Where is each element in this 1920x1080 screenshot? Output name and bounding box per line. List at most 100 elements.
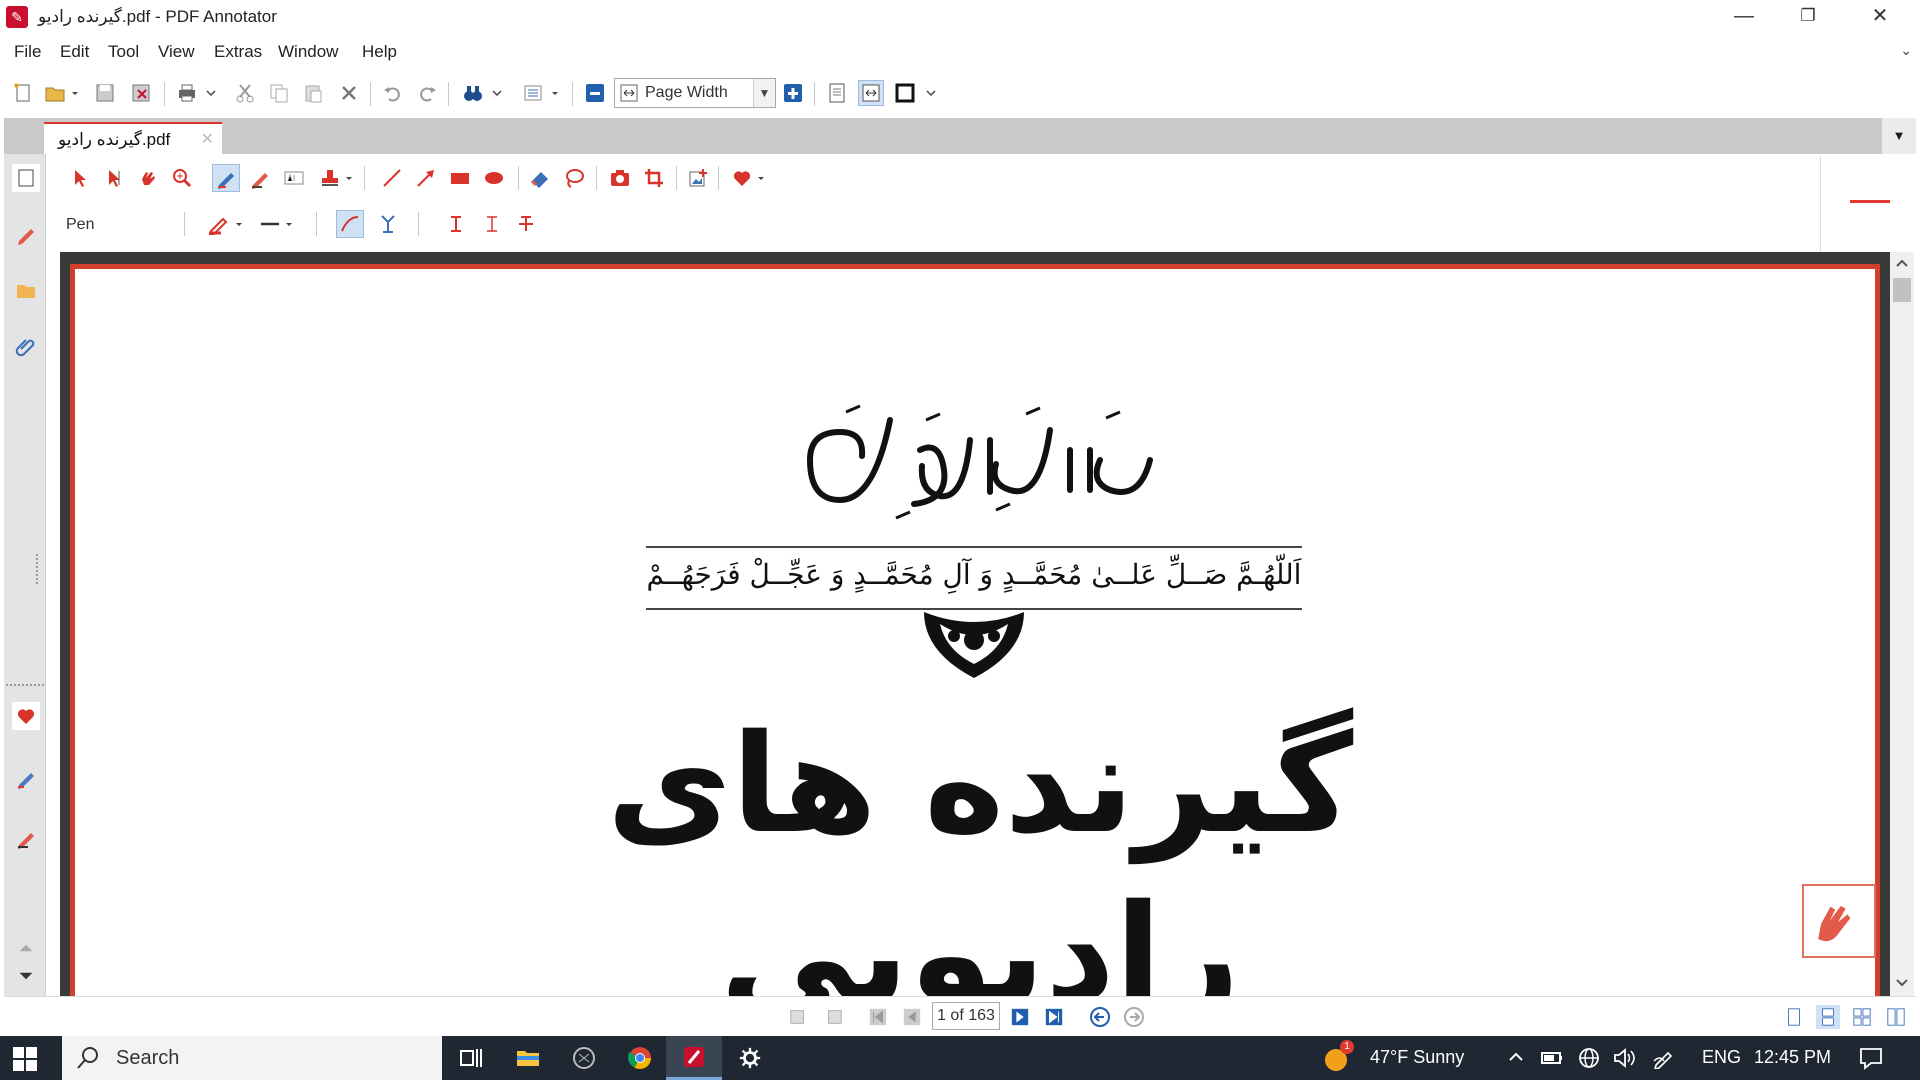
find-dropdown-icon[interactable] [490,80,504,106]
menu-help[interactable]: Help [362,42,397,62]
settings-gear-icon[interactable] [722,1036,778,1080]
two-page-layout-icon[interactable] [1850,1005,1874,1029]
file-explorer-icon[interactable] [500,1036,556,1080]
favorites-heart-icon[interactable] [728,164,756,192]
open-folder-icon[interactable] [42,80,68,106]
notification-center-icon[interactable] [1858,1046,1884,1070]
network-globe-icon[interactable] [1578,1047,1600,1069]
close-button[interactable]: ✕ [1848,0,1912,34]
arrow-tool-icon[interactable] [412,164,440,192]
page-layout-dropdown-icon[interactable] [548,80,562,106]
hand-tool-icon[interactable] [134,164,162,192]
pan-hand-button[interactable] [1802,884,1876,958]
redo-icon[interactable] [414,80,440,106]
page-number-input[interactable]: 1 of 163 [932,1002,1000,1030]
menu-extras[interactable]: Extras [214,42,262,62]
print-dropdown-icon[interactable] [204,80,218,106]
rail-splitter[interactable] [36,554,40,584]
stamp-dropdown-icon[interactable] [342,164,356,192]
fullscreen-icon[interactable] [892,80,918,106]
lasso-icon[interactable] [560,164,588,192]
view-dropdown-icon[interactable] [924,80,938,106]
paste-icon[interactable] [300,80,326,106]
restore-button[interactable]: ❐ [1776,0,1840,34]
single-page-view-icon[interactable] [824,80,850,106]
cut-icon[interactable] [232,80,258,106]
go-forward-icon[interactable] [1122,1005,1146,1029]
scroll-down-icon[interactable] [1895,978,1909,988]
highlighter-icon[interactable] [12,824,40,852]
ellipse-tool-icon[interactable] [480,164,508,192]
find-binoculars-icon[interactable] [460,80,486,106]
save-icon[interactable] [92,80,118,106]
menu-window[interactable]: Window [278,42,338,62]
pen-color-icon[interactable] [204,210,232,238]
text-underline-icon[interactable] [478,210,506,238]
tray-overflow-chevron-icon[interactable] [1508,1050,1524,1064]
menu-edit[interactable]: Edit [60,42,89,62]
weather-text[interactable]: 47°F Sunny [1370,1047,1464,1068]
line-width-dropdown-icon[interactable] [282,210,296,238]
menu-view[interactable]: View [158,42,195,62]
page-layout-icon[interactable] [520,80,546,106]
stamp-icon[interactable] [316,164,344,192]
new-document-icon[interactable] [10,80,36,106]
text-select-icon[interactable] [100,164,128,192]
text-strikeout-icon[interactable] [512,210,540,238]
rectangle-tool-icon[interactable] [446,164,474,192]
select-rectangle-icon[interactable] [12,164,40,192]
highlighter-tool-icon[interactable] [246,164,274,192]
print-icon[interactable] [174,80,200,106]
previous-document-icon[interactable] [786,1005,810,1029]
input-language[interactable]: ENG [1702,1047,1741,1068]
previous-page-icon[interactable] [900,1005,924,1029]
menu-file[interactable]: File [14,42,41,62]
favorites-dropdown-icon[interactable] [754,164,768,192]
continuous-layout-icon[interactable] [1816,1005,1840,1029]
minimize-button[interactable]: — [1712,0,1776,34]
pen-color-dropdown-icon[interactable] [232,210,246,238]
folder-icon[interactable] [12,276,40,304]
smooth-stroke-icon[interactable] [336,210,364,238]
menu-tool[interactable]: Tool [108,42,139,62]
scroll-up-icon[interactable] [1895,258,1909,268]
single-page-layout-icon[interactable] [1782,1005,1806,1029]
battery-icon[interactable] [1540,1048,1564,1068]
go-back-icon[interactable] [1088,1005,1112,1029]
text-box-icon[interactable] [280,164,308,192]
tab-document[interactable]: گیرنده رادیو.pdf ✕ [44,122,222,154]
rail-scroll-down-icon[interactable] [12,966,40,986]
camera-app-icon[interactable] [556,1036,612,1080]
last-page-icon[interactable] [1042,1005,1066,1029]
volume-speaker-icon[interactable] [1612,1047,1638,1069]
attachment-paperclip-icon[interactable] [12,332,40,360]
copy-icon[interactable] [266,80,292,106]
line-tool-icon[interactable] [378,164,406,192]
first-page-icon[interactable] [866,1005,890,1029]
tab-list-chevron-icon[interactable]: ▼ [1882,118,1916,154]
scrollbar-thumb[interactable] [1893,278,1911,302]
zoom-tool-icon[interactable] [168,164,196,192]
zoom-out-icon[interactable] [582,80,608,106]
insert-image-icon[interactable] [684,164,712,192]
ribbon-collapse-icon[interactable]: ⌄ [1900,42,1912,59]
pen-tool-icon[interactable] [212,164,240,192]
pen-workspace-icon[interactable] [1652,1047,1676,1069]
next-document-icon[interactable] [822,1005,846,1029]
heart-favorites-icon[interactable] [12,702,40,730]
windows-start-icon[interactable] [12,1046,38,1072]
crop-icon[interactable] [640,164,668,192]
rail-scroll-up-icon[interactable] [12,938,40,958]
undo-icon[interactable] [380,80,406,106]
line-width-icon[interactable] [256,210,284,238]
pressure-icon[interactable] [374,210,402,238]
delete-icon[interactable] [336,80,362,106]
pen-favorite-icon[interactable] [12,220,40,248]
side-by-side-layout-icon[interactable] [1884,1005,1908,1029]
select-arrow-icon[interactable] [66,164,94,192]
save-all-icon[interactable] [128,80,154,106]
system-clock[interactable]: 12:45 PM [1754,1047,1831,1068]
camera-snapshot-icon[interactable] [606,164,634,192]
taskbar-search-box[interactable]: Search [62,1036,442,1080]
zoom-in-icon[interactable] [780,80,806,106]
